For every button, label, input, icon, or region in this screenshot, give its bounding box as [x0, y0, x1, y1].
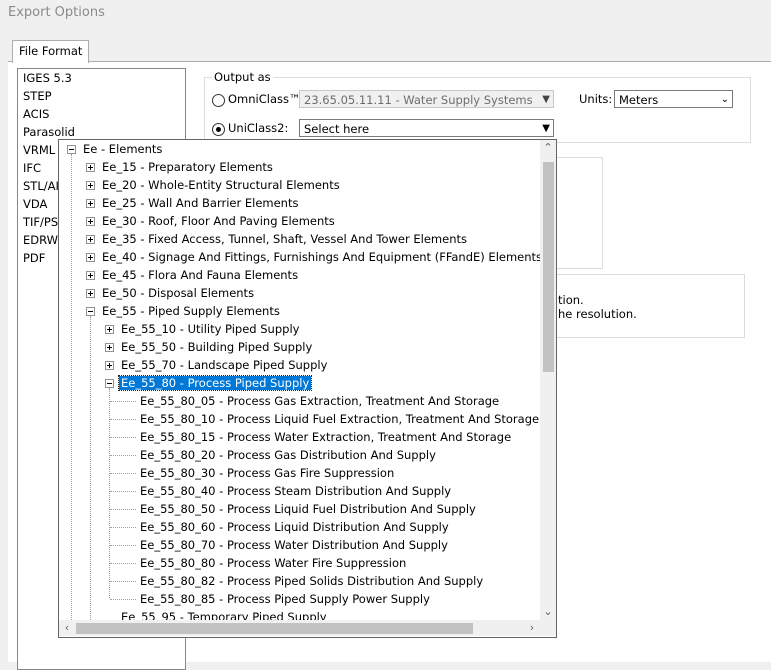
chevron-down-icon: ▼ [542, 123, 550, 134]
uniclass-radio[interactable] [212, 123, 225, 136]
format-item-tif[interactable]: TIF/PS [23, 213, 58, 231]
expand-icon[interactable] [86, 181, 95, 190]
format-item-pdf[interactable]: PDF [23, 249, 45, 267]
window-title: Export Options [8, 5, 105, 20]
tree-node-level2[interactable]: Ee_55_10 - Utility Piped Supply [119, 320, 301, 338]
chevron-down-icon[interactable]: ⌄ [540, 604, 556, 620]
tree-leaf[interactable]: Ee_55_80_50 - Process Liquid Fuel Distri… [138, 500, 478, 518]
chevron-up-icon[interactable]: ⌃ [540, 140, 556, 156]
omniclass-label: OmniClass™: [228, 92, 305, 106]
tree-node-ee5580-selected[interactable]: Ee_55_80 - Process Piped Supply [117, 374, 313, 392]
tree-node-level1[interactable]: Ee_15 - Preparatory Elements [100, 158, 275, 176]
format-item-ifc[interactable]: IFC [23, 159, 41, 177]
chevron-right-icon[interactable]: › [524, 620, 540, 636]
vertical-scroll-thumb[interactable] [543, 162, 554, 372]
scrollbar-corner [540, 620, 556, 636]
tree-node-level2[interactable]: Ee_55_70 - Landscape Piped Supply [119, 356, 329, 374]
expand-icon[interactable] [86, 271, 95, 280]
expand-icon[interactable] [105, 343, 114, 352]
expand-icon[interactable] [86, 217, 95, 226]
tree-leaf[interactable]: Ee_55_80_80 - Process Water Fire Suppres… [138, 554, 408, 572]
options-group [554, 157, 603, 269]
tree-leaf[interactable]: Ee_55_80_05 - Process Gas Extraction, Tr… [138, 392, 501, 410]
tree-node-level1[interactable]: Ee_25 - Wall And Barrier Elements [100, 194, 300, 212]
uniclass-select[interactable]: Select here ▼ [299, 119, 554, 137]
vertical-scrollbar[interactable]: ⌃ ⌄ [540, 140, 556, 620]
format-item-acis[interactable]: ACIS [23, 105, 49, 123]
format-item-step[interactable]: STEP [23, 87, 52, 105]
collapse-icon[interactable] [105, 379, 114, 388]
chevron-left-icon[interactable]: ‹ [59, 620, 75, 636]
expand-icon[interactable] [86, 235, 95, 244]
horizontal-scroll-thumb[interactable] [76, 623, 473, 634]
tree-leaf[interactable]: Ee_55_80_82 - Process Piped Solids Distr… [138, 572, 485, 590]
tree-node-level1[interactable]: Ee_35 - Fixed Access, Tunnel, Shaft, Ves… [100, 230, 469, 248]
info-line-2: he resolution. [558, 307, 637, 321]
units-value: Meters [619, 93, 659, 107]
uniclass-label: UniClass2: [228, 121, 289, 135]
uniclass-value: Select here [304, 122, 370, 136]
omniclass-select[interactable]: 23.65.05.11.11 - Water Supply Systems ▼ [299, 90, 554, 108]
format-item-vda[interactable]: VDA [23, 195, 47, 213]
expand-icon[interactable] [86, 163, 95, 172]
tree-leaf[interactable]: Ee_55_80_20 - Process Gas Distribution A… [138, 446, 438, 464]
tree-node-ee55[interactable]: Ee_55 - Piped Supply Elements [100, 302, 282, 320]
tree-leaf[interactable]: Ee_55_80_15 - Process Water Extraction, … [138, 428, 513, 446]
format-item-stl[interactable]: STL/AI [23, 177, 59, 195]
tree-leaf[interactable]: Ee_55_80_10 - Process Liquid Fuel Extrac… [138, 410, 541, 428]
chevron-down-icon: ▼ [542, 94, 550, 105]
tree-leaf[interactable]: Ee_55_80_60 - Process Liquid Distributio… [138, 518, 451, 536]
expand-icon[interactable] [105, 361, 114, 370]
omniclass-radio[interactable] [212, 94, 225, 107]
tree-node-level1[interactable]: Ee_50 - Disposal Elements [100, 284, 256, 302]
tree-node-level2[interactable]: Ee_55_50 - Building Piped Supply [119, 338, 314, 356]
collapse-icon[interactable] [86, 307, 95, 316]
tree-leaf[interactable]: Ee_55_80_85 - Process Piped Supply Power… [138, 590, 432, 608]
tree-node-level1[interactable]: Ee_20 - Whole-Entity Structural Elements [100, 176, 342, 194]
expand-icon[interactable] [86, 199, 95, 208]
format-item-iges[interactable]: IGES 5.3 [23, 69, 72, 87]
tab-file-format[interactable]: File Format [12, 40, 90, 63]
omniclass-value: 23.65.05.11.11 - Water Supply Systems [304, 93, 533, 107]
info-box: tion. he resolution. [554, 274, 745, 338]
tree-node-level1[interactable]: Ee_45 - Flora And Fauna Elements [100, 266, 300, 284]
format-item-vrml[interactable]: VRML [23, 141, 55, 159]
tree-leaf[interactable]: Ee_55_80_70 - Process Water Distribution… [138, 536, 450, 554]
collapse-icon[interactable] [67, 145, 76, 154]
chevron-down-icon: ⌄ [720, 94, 729, 105]
output-as-legend: Output as [212, 70, 273, 84]
tree-node-level1[interactable]: Ee_30 - Roof, Floor And Paving Elements [100, 212, 337, 230]
format-item-edrw[interactable]: EDRW/ [23, 231, 62, 249]
units-select[interactable]: Meters ⌄ [614, 90, 733, 108]
expand-icon[interactable] [86, 289, 95, 298]
tree-leaf[interactable]: Ee_55_80_40 - Process Steam Distribution… [138, 482, 453, 500]
uniclass-dropdown-tree[interactable]: Ee - Elements Ee_15 - Preparatory Elemen… [58, 139, 557, 638]
units-label: Units: [579, 92, 613, 106]
info-line-1: tion. [558, 293, 584, 307]
horizontal-scrollbar[interactable]: ‹ › [59, 620, 540, 636]
expand-icon[interactable] [105, 325, 114, 334]
tree-node-level1[interactable]: Ee_40 - Signage And Fittings, Furnishing… [100, 248, 544, 266]
expand-icon[interactable] [86, 253, 95, 262]
tree-leaf[interactable]: Ee_55_80_30 - Process Gas Fire Suppressi… [138, 464, 396, 482]
tree-node-ee[interactable]: Ee - Elements [81, 140, 164, 158]
